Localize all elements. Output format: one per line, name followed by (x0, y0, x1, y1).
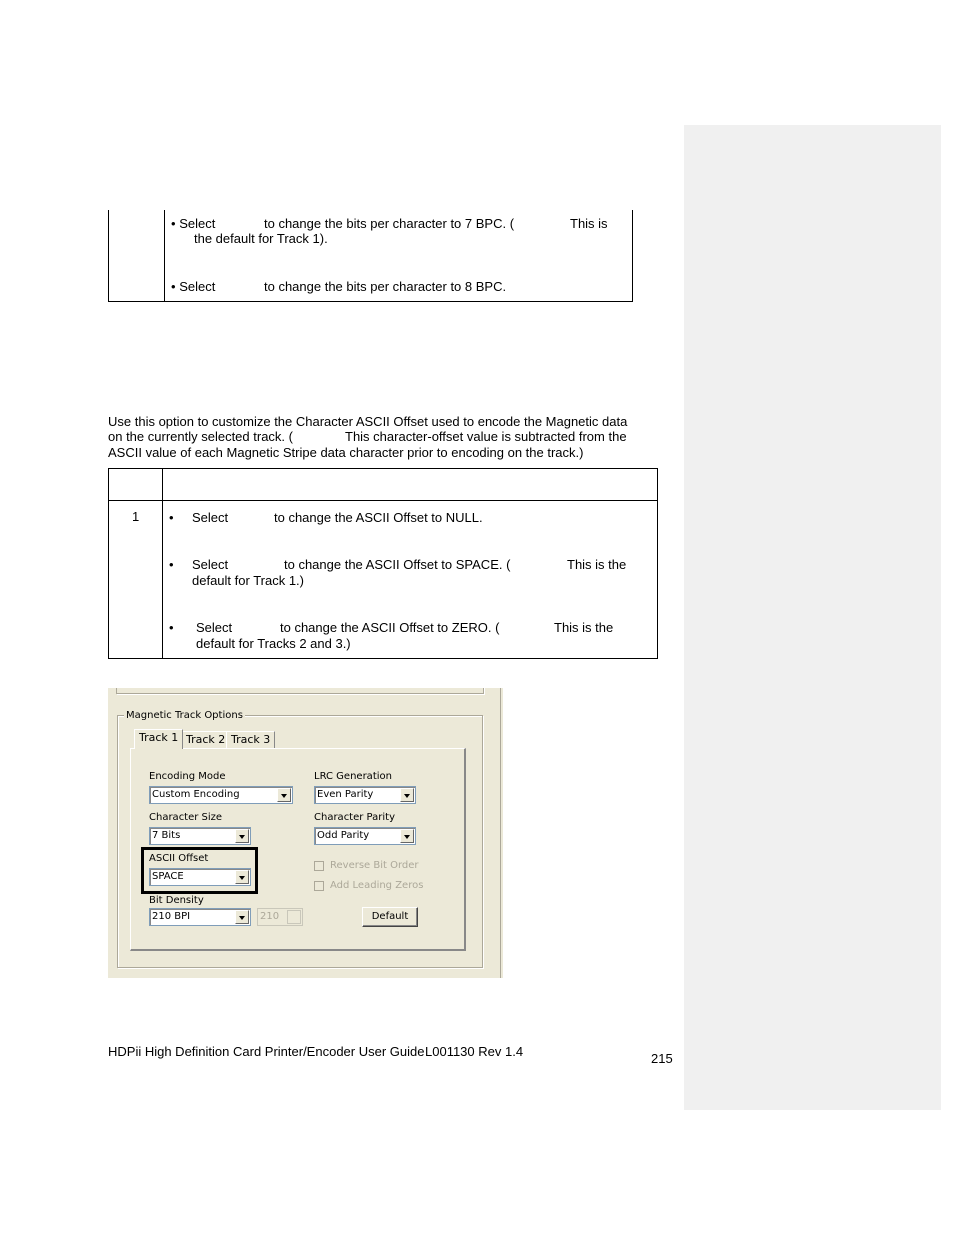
chevron-down-icon[interactable] (400, 829, 414, 843)
bit-density-value: 210 BPI (152, 911, 191, 922)
step-number: 1 (132, 509, 140, 524)
bullet-text: Select (192, 510, 229, 525)
bit-density-select[interactable]: 210 BPI (149, 908, 251, 926)
ascii-offset-select[interactable]: SPACE (149, 868, 251, 886)
chevron-down-icon[interactable] (235, 829, 249, 843)
ascii-offset-value: SPACE (152, 871, 184, 882)
chevron-down-icon[interactable] (235, 910, 249, 924)
chevron-down-icon[interactable] (235, 870, 249, 884)
lrc-generation-select[interactable]: Even Parity (314, 786, 416, 804)
table-column-divider (162, 469, 163, 658)
magnetic-track-options-dialog: Magnetic Track Options Track 1 Track 2 T… (108, 688, 503, 978)
bullet-text: default for Tracks 2 and 3.) (196, 636, 351, 651)
intro-paragraph-line: This character-offset value is subtracte… (345, 429, 627, 444)
add-leading-zeros-label: Add Leading Zeros (330, 880, 424, 891)
table-header-divider (109, 500, 657, 501)
lrc-generation-label: LRC Generation (314, 771, 392, 782)
bullet-text: to change the bits per character to 7 BP… (264, 216, 515, 231)
group-label: Magnetic Track Options (124, 710, 245, 721)
character-size-value: 7 Bits (152, 830, 181, 841)
bullet-icon: • (171, 279, 176, 294)
tab-track-3[interactable]: Track 3 (226, 731, 276, 748)
bullet-text: This is the (567, 557, 627, 572)
bullet-text: to change the ASCII Offset to ZERO. ( (280, 620, 500, 635)
intro-paragraph-line: ASCII value of each Magnetic Stripe data… (108, 445, 584, 460)
bullet-text: Select (192, 557, 229, 572)
encoding-mode-select[interactable]: Custom Encoding (149, 786, 293, 804)
upper-group-box-edge (116, 688, 484, 694)
dialog-right-edge (500, 688, 501, 978)
footer-document-title: HDPii High Definition Card Printer/Encod… (108, 1044, 425, 1059)
bullet-icon: • (169, 510, 174, 525)
character-size-label: Character Size (149, 812, 223, 823)
bits-per-character-table: • Select to change the bits per characte… (108, 210, 633, 302)
character-size-select[interactable]: 7 Bits (149, 827, 251, 845)
bullet-icon: • (169, 557, 174, 572)
bullet-text: Select (179, 279, 216, 294)
bit-density-label: Bit Density (149, 895, 204, 906)
page-number: 215 (651, 1051, 673, 1066)
footer-document-id: L001130 Rev 1.4 (425, 1044, 524, 1059)
bullet-icon: • (169, 620, 174, 635)
bullet-text: to change the ASCII Offset to SPACE. ( (284, 557, 511, 572)
table-column-divider (164, 210, 165, 301)
ascii-offset-label: ASCII Offset (149, 853, 209, 864)
add-leading-zeros-checkbox[interactable] (314, 881, 324, 891)
ascii-offset-steps-table: 1 • Select to change the ASCII Offset to… (108, 468, 658, 659)
bullet-text: the default for Track 1). (194, 231, 328, 246)
tab-track-1[interactable]: Track 1 (134, 729, 184, 749)
bullet-text: This is the (554, 620, 614, 635)
table-row-bullet-7bpc: • Select (171, 216, 215, 232)
chevron-down-icon[interactable] (277, 788, 291, 802)
spinner-arrows-icon[interactable] (287, 910, 301, 924)
bullet-icon: • (171, 216, 176, 231)
character-parity-label: Character Parity (314, 812, 395, 823)
encoding-mode-value: Custom Encoding (152, 789, 240, 800)
character-parity-select[interactable]: Odd Parity (314, 827, 416, 845)
default-button[interactable]: Default (362, 907, 418, 927)
table-row-bullet-8bpc: • Select (171, 279, 215, 295)
bullet-text: to change the bits per character to 8 BP… (264, 279, 507, 294)
bullet-text: This is (570, 216, 608, 231)
reverse-bit-order-label: Reverse Bit Order (330, 860, 419, 871)
bit-density-spin-value: 210 (260, 911, 280, 922)
bullet-text: default for Track 1.) (192, 573, 304, 588)
encoding-mode-label: Encoding Mode (149, 771, 226, 782)
tab-track-2[interactable]: Track 2 (181, 731, 231, 748)
lrc-generation-value: Even Parity (317, 789, 374, 800)
chevron-down-icon[interactable] (400, 788, 414, 802)
bullet-text: to change the ASCII Offset to NULL. (274, 510, 483, 525)
bullet-text: Select (179, 216, 216, 231)
bullet-text: Select (196, 620, 233, 635)
intro-paragraph-line: Use this option to customize the Charact… (108, 414, 628, 429)
reverse-bit-order-checkbox[interactable] (314, 861, 324, 871)
comment-margin-pane (684, 125, 941, 1110)
intro-paragraph-line: on the currently selected track. ( (108, 429, 293, 444)
character-parity-value: Odd Parity (317, 830, 370, 841)
bit-density-spinner[interactable]: 210 (257, 908, 303, 926)
